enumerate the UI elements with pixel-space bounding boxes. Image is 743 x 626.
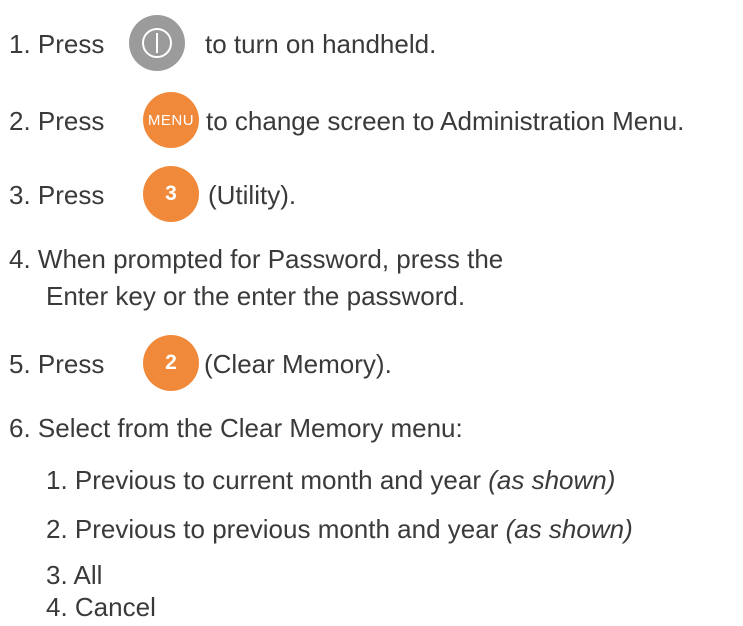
step-2-prefix: Press bbox=[37, 106, 105, 136]
menu-option-2: 2. Previous to previous month and year (… bbox=[46, 514, 633, 544]
menu-option-3: 3. All bbox=[46, 560, 103, 590]
key-2-label: 2 bbox=[165, 351, 177, 374]
step-6-number: 6. bbox=[9, 413, 31, 443]
menu-button: MENU bbox=[143, 92, 199, 148]
key-3-button: 3 bbox=[143, 166, 199, 222]
step-4-number: 4. bbox=[9, 244, 31, 274]
step-4-line1: 4. When prompted for Password, press the bbox=[9, 244, 503, 274]
step-2-suffix: to change screen to Administration Menu. bbox=[206, 106, 685, 136]
menu-option-4: 4. Cancel bbox=[46, 592, 156, 622]
menu-option-2-note: (as shown) bbox=[505, 514, 633, 544]
step-4-line2: Enter key or the enter the password. bbox=[46, 281, 466, 311]
step-3: 3. Press bbox=[9, 180, 104, 210]
step-2-number: 2. bbox=[9, 106, 31, 136]
power-button bbox=[129, 15, 185, 71]
menu-option-2-text: 2. Previous to previous month and year bbox=[46, 514, 499, 544]
step-3-prefix: Press bbox=[37, 180, 105, 210]
step-6: 6. Select from the Clear Memory menu: bbox=[9, 413, 463, 443]
step-5-prefix: Press bbox=[37, 349, 105, 379]
step-1: 1. Press bbox=[9, 29, 104, 59]
step-1-suffix: to turn on handheld. bbox=[205, 29, 437, 59]
key-3-label: 3 bbox=[165, 182, 177, 205]
step-3-suffix: (Utility). bbox=[208, 180, 297, 210]
step-5-number: 5. bbox=[9, 349, 31, 379]
menu-option-1: 1. Previous to current month and year (a… bbox=[46, 465, 615, 495]
step-6-text: Select from the Clear Memory menu: bbox=[37, 413, 463, 443]
step-4-text1: When prompted for Password, press the bbox=[37, 244, 504, 274]
step-5-suffix: (Clear Memory). bbox=[204, 349, 392, 379]
menu-option-1-note: (as shown) bbox=[488, 465, 616, 495]
key-2-button: 2 bbox=[143, 335, 199, 391]
step-1-number: 1. bbox=[9, 29, 31, 59]
step-5: 5. Press bbox=[9, 349, 104, 379]
menu-option-1-text: 1. Previous to current month and year bbox=[46, 465, 482, 495]
step-1-prefix: Press bbox=[37, 29, 105, 59]
step-3-number: 3. bbox=[9, 180, 31, 210]
menu-button-label: MENU bbox=[147, 111, 195, 129]
step-2: 2. Press bbox=[9, 106, 104, 136]
power-icon bbox=[142, 28, 172, 58]
